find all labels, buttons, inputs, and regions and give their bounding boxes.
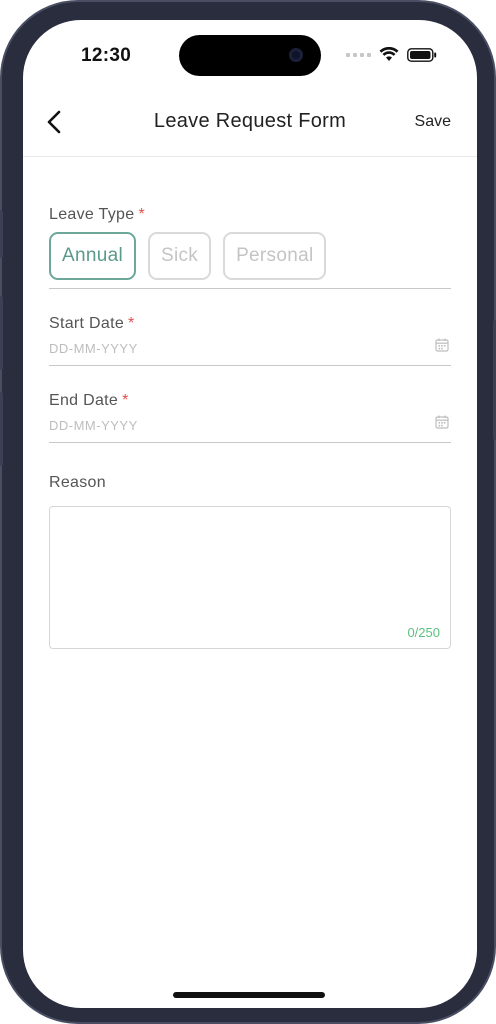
start-date-label: Start Date * [49,315,135,333]
leave-type-label: Leave Type * [49,206,145,224]
reason-label: Reason [49,474,106,491]
reason-textarea[interactable]: 0/250 [49,506,451,649]
start-date-input[interactable]: DD-MM-YYYY [49,341,138,356]
volume-up-button [0,296,3,370]
end-date-label-text: End Date [49,392,119,409]
status-icons [346,47,437,62]
navigation-header: Leave Request Form Save [23,100,477,157]
leave-type-option-personal[interactable]: Personal [223,232,327,280]
required-mark: * [122,392,129,409]
start-date-label-text: Start Date [49,315,125,332]
required-mark: * [138,206,145,223]
volume-down-button [0,392,3,466]
battery-icon [407,47,437,62]
end-date-label: End Date * [49,392,129,410]
calendar-icon[interactable] [435,415,449,429]
leave-type-option-annual[interactable]: Annual [49,232,136,280]
calendar-icon[interactable] [435,338,449,352]
leave-type-label-text: Leave Type [49,206,135,223]
leave-type-divider [49,288,451,289]
cellular-signal-icon [346,52,371,57]
camera-icon [289,48,303,62]
required-mark: * [128,315,135,332]
screen: 12:30 Leave Request Form Save Leave Type… [23,20,477,1008]
end-date-divider [49,442,451,443]
home-indicator [173,992,325,998]
wifi-icon [379,47,399,61]
page-title: Leave Request Form [153,110,347,132]
leave-type-option-sick[interactable]: Sick [147,232,212,280]
character-counter: 0/250 [407,625,440,640]
start-date-divider [49,365,451,366]
action-button [0,210,3,258]
phone-frame: 12:30 Leave Request Form Save Leave Type… [0,0,496,1024]
dynamic-island [179,35,321,76]
end-date-input[interactable]: DD-MM-YYYY [49,418,138,433]
status-time: 12:30 [81,45,132,66]
save-button[interactable]: Save [415,113,451,131]
leave-type-options: Annual Sick Personal [49,232,327,280]
